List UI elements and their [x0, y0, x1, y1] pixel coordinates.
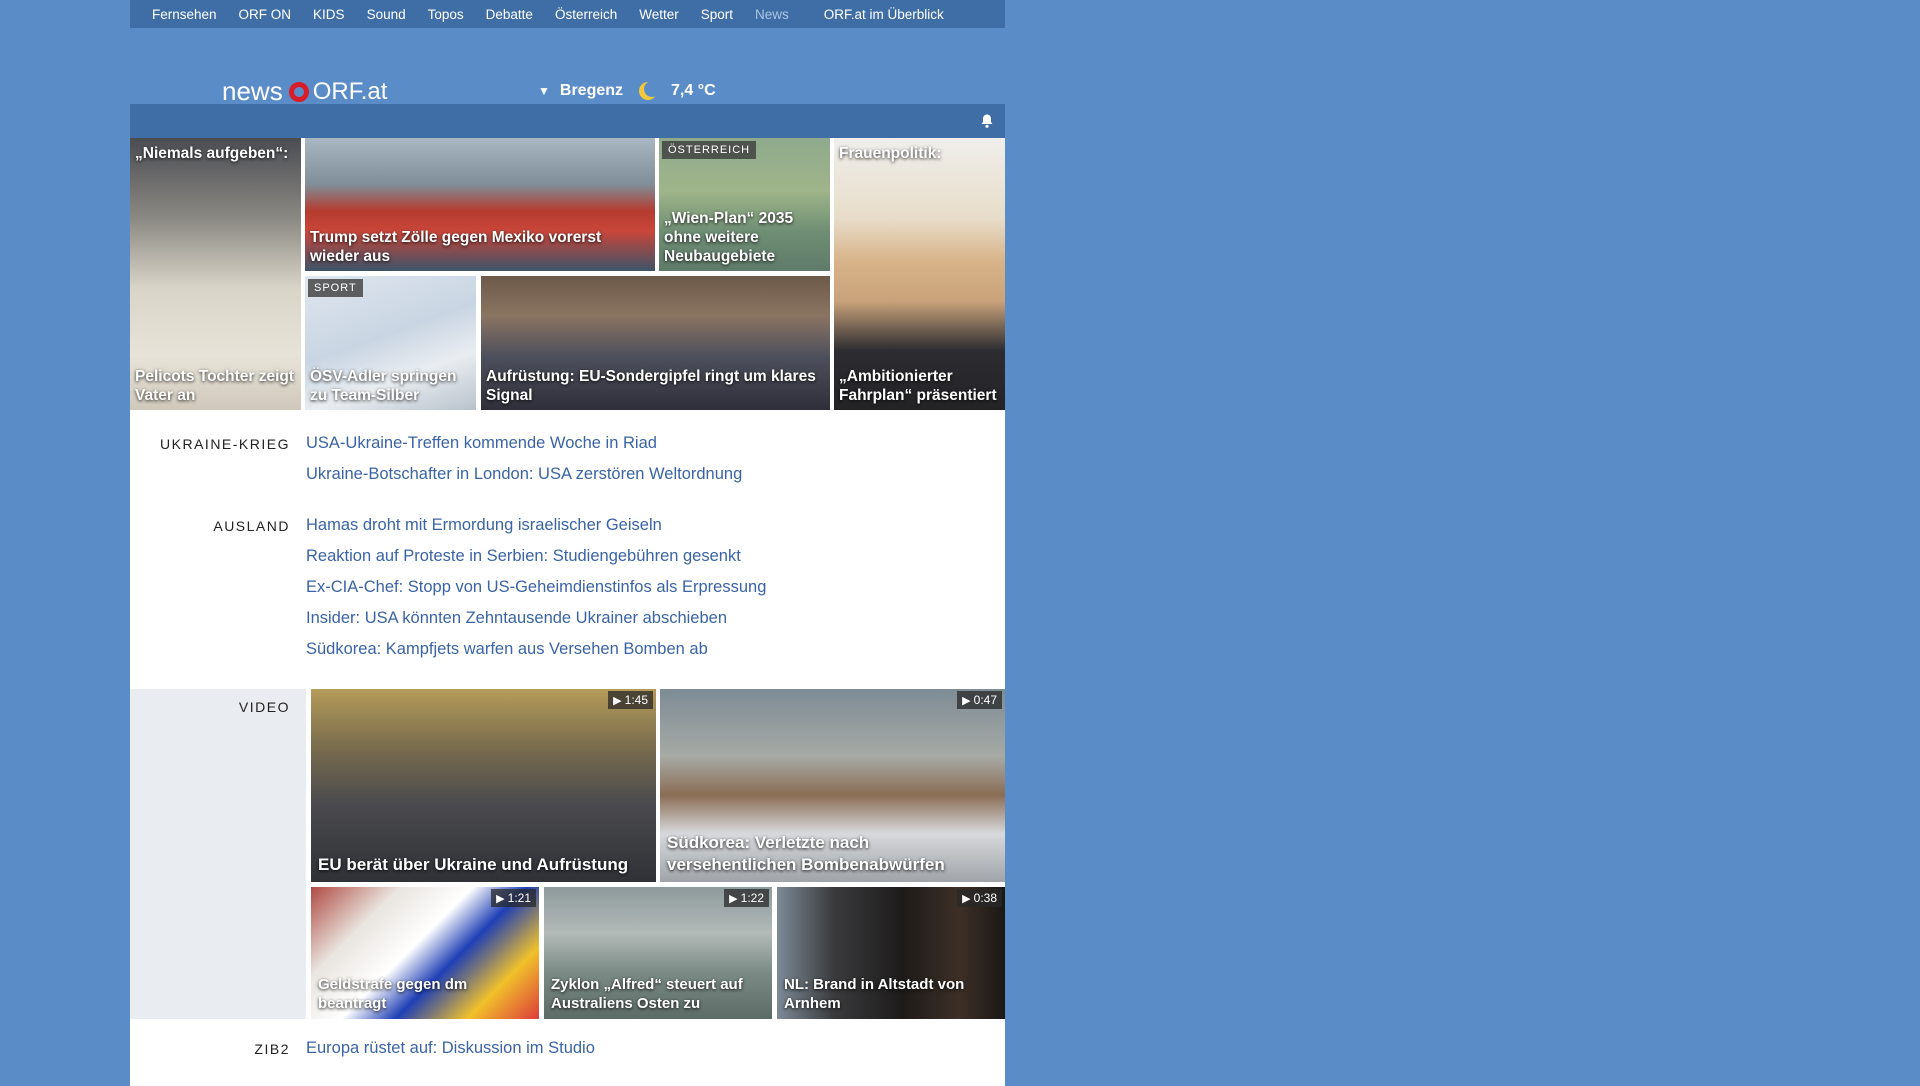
teaser-frauenpolitik[interactable]: Frauenpolitik: „Ambitionierter Fahrplan“…	[834, 138, 1005, 410]
nav-debatte[interactable]: Debatte	[486, 7, 533, 22]
video-duration: ▶ 1:21	[491, 889, 536, 907]
teaser-caption: „Wien-Plan“ 2035 ohne weitere Neubaugebi…	[664, 210, 794, 265]
orf-eye-icon	[288, 81, 309, 102]
site-header: news ORF.at ▼ Bregenz 7,4 °C	[130, 28, 1005, 107]
video-duration: ▶ 0:38	[957, 889, 1002, 907]
video-title: Zyklon „Alfred“ steuert auf Australiens …	[551, 976, 743, 1012]
section-label: VIDEO	[238, 699, 290, 715]
weather-location: Bregenz	[559, 82, 624, 99]
nav-sport[interactable]: Sport	[701, 7, 733, 22]
news-link[interactable]: Reaktion auf Proteste in Serbien: Studie…	[306, 541, 766, 572]
nav-overview[interactable]: ORF.at im Überblick	[824, 7, 944, 22]
section-video: VIDEO ▶ 1:45 EU berät über Ukraine und Au…	[130, 689, 1005, 1019]
duration-text: 0:47	[973, 693, 997, 707]
weather-widget[interactable]: ▼ Bregenz 7,4 °C	[538, 80, 716, 102]
video-sidebar	[130, 689, 306, 1019]
teaser-caption: Aufrüstung: EU-Sondergipfel ringt um kla…	[486, 368, 816, 404]
section-links: Hamas droht mit Ermordung israelischer G…	[306, 516, 766, 665]
teaser-eu-sondergipfel[interactable]: Aufrüstung: EU-Sondergipfel ringt um kla…	[481, 276, 830, 410]
category-label: ÖSTERREICH	[662, 141, 757, 159]
nav-sound[interactable]: Sound	[367, 7, 406, 22]
nav-topos[interactable]: Topos	[428, 7, 464, 22]
logo-orf-text: ORF.at	[312, 77, 388, 105]
teaser-grid: „Niemals aufgeben“: Pelicots Tochter zei…	[130, 138, 1005, 410]
logo-news-text: news	[222, 76, 283, 106]
teaser-pelicot[interactable]: „Niemals aufgeben“: Pelicots Tochter zei…	[130, 138, 301, 410]
video-arnhem[interactable]: ▶ 0:38 NL: Brand in Altstadt von Arnhem	[777, 887, 1005, 1019]
news-link[interactable]: USA-Ukraine-Treffen kommende Woche in Ri…	[306, 428, 742, 459]
nav-oesterreich[interactable]: Österreich	[555, 7, 617, 22]
header-bar	[130, 104, 1005, 138]
news-link[interactable]: Hamas droht mit Ermordung israelischer G…	[306, 510, 766, 541]
section-label: AUSLAND	[213, 518, 290, 534]
news-link[interactable]: Europa rüstet auf: Diskussion im Studio	[306, 1033, 595, 1064]
video-title: Geldstrafe gegen dm beantragt	[318, 976, 468, 1012]
moon-icon	[639, 81, 660, 100]
section-zib2: ZIB2 Europa rüstet auf: Diskussion im St…	[130, 1019, 1005, 1086]
teaser-wien-plan[interactable]: ÖSTERREICH „Wien-Plan“ 2035 ohne weitere…	[659, 138, 830, 271]
teaser-caption: ÖSV-Adler springen zu Team-Silber	[310, 368, 457, 404]
duration-text: 1:21	[507, 891, 531, 905]
page-wrapper: Fernsehen ORF ON KIDS Sound Topos Debatt…	[130, 0, 1005, 1086]
play-icon: ▶	[613, 695, 622, 707]
nav-fernsehen[interactable]: Fernsehen	[152, 7, 217, 22]
video-suedkorea[interactable]: ▶ 0:47 Südkorea: Verletzte nach versehent…	[660, 689, 1005, 882]
teaser-oesv-adler[interactable]: SPORT ÖSV-Adler springen zu Team-Silber	[305, 276, 476, 410]
video-duration: ▶ 0:47	[957, 691, 1002, 709]
section-ausland: AUSLAND Hamas droht mit Ermordung israel…	[130, 490, 1005, 665]
news-link[interactable]: Insider: USA könnten Zehntausende Ukrain…	[306, 603, 766, 634]
video-title: Südkorea: Verletzte nach versehentlichen…	[667, 833, 945, 874]
section-label: UKRAINE-KRIEG	[160, 436, 290, 452]
section-links: Europa rüstet auf: Diskussion im Studio	[306, 1039, 595, 1064]
nav-orf-on[interactable]: ORF ON	[239, 7, 292, 22]
play-icon: ▶	[962, 695, 971, 707]
video-dm[interactable]: ▶ 1:21 Geldstrafe gegen dm beantragt	[311, 887, 539, 1019]
section-label: ZIB2	[254, 1041, 290, 1057]
duration-text: 1:22	[740, 891, 764, 905]
dropdown-triangle-icon: ▼	[538, 84, 550, 98]
play-icon: ▶	[496, 893, 505, 905]
video-zyklon[interactable]: ▶ 1:22 Zyklon „Alfred“ steuert auf Austra…	[544, 887, 772, 1019]
top-navigation: Fernsehen ORF ON KIDS Sound Topos Debatt…	[130, 0, 1005, 28]
video-duration: ▶ 1:22	[724, 889, 769, 907]
news-link[interactable]: Ukraine-Botschafter in London: USA zerst…	[306, 459, 742, 490]
play-icon: ▶	[962, 893, 971, 905]
teaser-caption: Frauenpolitik:	[839, 145, 942, 162]
section-links: USA-Ukraine-Treffen kommende Woche in Ri…	[306, 434, 742, 490]
video-eu-beraet[interactable]: ▶ 1:45 EU berät über Ukraine und Aufrüstu…	[311, 689, 656, 882]
play-icon: ▶	[729, 893, 738, 905]
duration-text: 0:38	[973, 891, 997, 905]
teaser-caption: Trump setzt Zölle gegen Mexiko vorerst w…	[310, 229, 602, 265]
teaser-caption: „Ambitionierter Fahrplan“ präsentiert	[839, 368, 997, 404]
video-duration: ▶ 1:45	[608, 691, 653, 709]
teaser-trump-zoelle[interactable]: Trump setzt Zölle gegen Mexiko vorerst w…	[305, 138, 655, 271]
nav-news[interactable]: News	[755, 7, 789, 22]
weather-temperature: 7,4 °C	[671, 82, 716, 99]
main-content: UKRAINE-KRIEG USA-Ukraine-Treffen kommen…	[130, 410, 1005, 1086]
news-link[interactable]: Ex-CIA-Chef: Stopp von US-Geheimdienstin…	[306, 572, 766, 603]
section-ukraine: UKRAINE-KRIEG USA-Ukraine-Treffen kommen…	[130, 410, 1005, 490]
news-orf-logo[interactable]: news ORF.at	[222, 76, 387, 107]
teaser-caption: Pelicots Tochter zeigt Vater an	[135, 368, 295, 404]
bell-icon[interactable]	[979, 113, 995, 129]
nav-kids[interactable]: KIDS	[313, 7, 345, 22]
nav-wetter[interactable]: Wetter	[639, 7, 679, 22]
duration-text: 1:45	[624, 693, 648, 707]
teaser-caption: „Niemals aufgeben“:	[135, 145, 289, 162]
video-title: EU berät über Ukraine und Aufrüstung	[318, 855, 629, 874]
category-label: SPORT	[308, 279, 363, 297]
video-title: NL: Brand in Altstadt von Arnhem	[784, 976, 965, 1012]
news-link[interactable]: Südkorea: Kampfjets warfen aus Versehen …	[306, 634, 766, 665]
